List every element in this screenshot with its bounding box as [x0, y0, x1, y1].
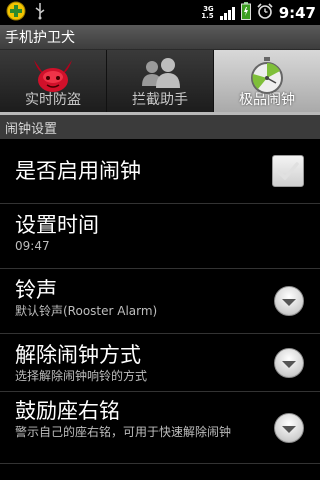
setting-dismiss-method[interactable]: 解除闹钟方式 选择解除闹钟响铃的方式: [0, 334, 320, 392]
tab-realtime-antitheft[interactable]: 实时防盗: [0, 50, 107, 113]
app-title-bar: 手机护卫犬: [0, 25, 320, 50]
chevron-down-icon: [282, 360, 296, 368]
setting-title: 是否启用闹钟: [15, 159, 141, 183]
battery-icon: [240, 1, 251, 24]
alarm-icon: [257, 2, 273, 23]
chevron-down-icon: [282, 425, 296, 433]
stopwatch-icon: [245, 56, 289, 100]
settings-list: 是否启用闹钟 设置时间 09:47 铃声 默认铃声(Rooster Alarm)…: [0, 139, 320, 464]
chevron-down-icon: [282, 299, 296, 306]
setting-subtitle: 默认铃声(Rooster Alarm): [15, 304, 158, 318]
setting-title: 铃声: [15, 278, 57, 302]
enable-alarm-checkbox[interactable]: [272, 155, 304, 187]
setting-title: 设置时间: [15, 213, 99, 237]
tab-interception-assistant[interactable]: 拦截助手: [107, 50, 214, 113]
dismiss-method-dropdown-button[interactable]: [274, 347, 304, 378]
section-header: 闹钟设置: [0, 115, 320, 139]
setting-enable-alarm[interactable]: 是否启用闹钟: [0, 139, 320, 204]
setting-set-time[interactable]: 设置时间 09:47: [0, 204, 320, 269]
setting-title: 鼓励座右铭: [15, 399, 120, 423]
app-title: 手机护卫犬: [5, 30, 75, 46]
network-type: 3G 1.5: [201, 4, 214, 20]
tab-bar: 实时防盗 拦截助手 极品闹钟: [0, 50, 320, 113]
check-icon: [277, 162, 299, 180]
setting-motto[interactable]: 鼓励座右铭 警示自己的座右铭，可用于快速解除闹钟: [0, 392, 320, 464]
devil-icon: [28, 56, 78, 100]
motto-dropdown-button[interactable]: [274, 412, 304, 443]
status-bar: 3G 1.5 9:47: [0, 0, 320, 25]
section-header-label: 闹钟设置: [5, 121, 58, 137]
ringtone-dropdown-button[interactable]: [274, 286, 304, 316]
users-icon: [138, 56, 182, 96]
usb-icon: [34, 2, 46, 24]
setting-title: 解除闹钟方式: [15, 343, 141, 367]
setting-ringtone[interactable]: 铃声 默认铃声(Rooster Alarm): [0, 269, 320, 334]
app-notification-icon[interactable]: [6, 1, 26, 25]
setting-subtitle: 警示自己的座右铭，可用于快速解除闹钟: [15, 425, 232, 439]
status-clock: 9:47: [278, 3, 316, 22]
signal-icon: [219, 6, 235, 20]
tab-premium-alarm[interactable]: 极品闹钟: [214, 50, 320, 113]
setting-subtitle: 选择解除闹钟响铃的方式: [15, 369, 148, 383]
setting-subtitle: 09:47: [15, 239, 50, 253]
